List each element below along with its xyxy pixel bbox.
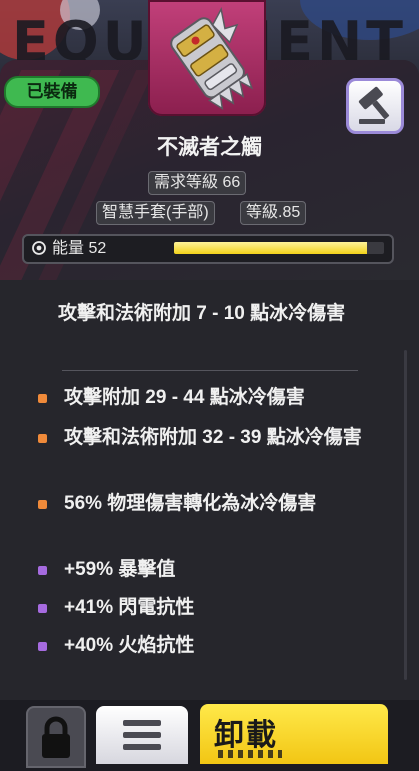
mod-line: +40% 火焰抗性 (38, 632, 383, 660)
mod-bullet (38, 604, 47, 613)
mod-line: 56% 物理傷害轉化為冰冷傷害 (38, 490, 383, 518)
required-level: 需求等級 66 (148, 171, 247, 195)
item-level: 等級.85 (240, 201, 307, 225)
sell-button[interactable] (346, 78, 404, 134)
mod-bullet (38, 566, 47, 575)
scrollbar[interactable] (404, 350, 407, 680)
item-type: 智慧手套(手部) (96, 201, 215, 225)
lock-button[interactable] (26, 706, 86, 768)
mod-line: +59% 暴擊值 (38, 556, 383, 584)
mod-text: +59% 暴擊值 (64, 559, 176, 580)
energy-label: 能量 52 (52, 240, 107, 257)
unequip-label: 卸載 (214, 719, 278, 752)
button-decoration (218, 750, 282, 758)
gauntlet-icon (170, 7, 254, 110)
gavel-icon (358, 86, 390, 124)
mod-bullet (38, 394, 47, 403)
lock-icon (42, 716, 70, 758)
mod-line: 攻擊和法術附加 32 - 39 點冰冷傷害 (38, 424, 383, 452)
mod-text: 攻擊附加 29 - 44 點冰冷傷害 (64, 387, 305, 408)
mod-line: +41% 閃電抗性 (38, 594, 383, 622)
mod-line: 攻擊附加 29 - 44 點冰冷傷害 (38, 384, 383, 412)
energy-bar: 能量 52 (22, 234, 394, 264)
mod-bullet (38, 500, 47, 509)
item-name: 不滅者之觸 (157, 136, 262, 159)
mod-text: 56% 物理傷害轉化為冰冷傷害 (64, 493, 317, 514)
energy-icon (32, 241, 46, 255)
mod-text: +40% 火焰抗性 (64, 635, 195, 656)
implicit-mod: 攻擊和法術附加 7 - 10 點冰冷傷害 (58, 303, 346, 324)
unequip-button[interactable]: 卸載 (200, 704, 388, 764)
energy-fill (174, 242, 368, 254)
equipped-badge: 已裝備 (4, 76, 100, 108)
mod-bullet (38, 434, 47, 443)
energy-track (174, 242, 384, 254)
mod-divider (62, 370, 358, 371)
mod-text: +41% 閃電抗性 (64, 597, 195, 618)
mod-bullet (38, 642, 47, 651)
menu-button[interactable] (96, 706, 188, 764)
mod-text: 攻擊和法術附加 32 - 39 點冰冷傷害 (64, 427, 362, 448)
